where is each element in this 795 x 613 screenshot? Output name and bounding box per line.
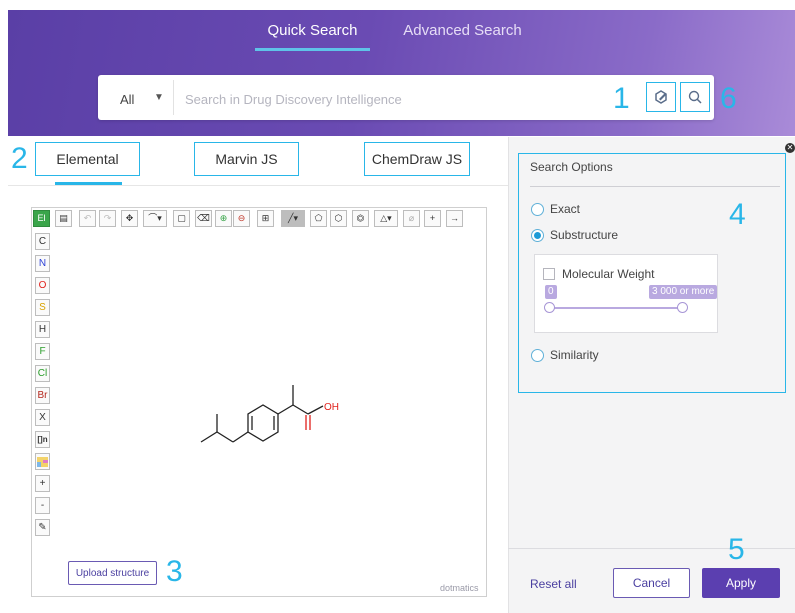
element-o-button[interactable]: O: [35, 277, 50, 294]
radio-substructure[interactable]: [531, 229, 544, 242]
charge-minus-button[interactable]: -: [35, 497, 50, 514]
pentagon-icon[interactable]: ⬠: [310, 210, 327, 227]
callout-4: 4: [729, 198, 746, 231]
slider-max-value: 3 000 or more: [649, 285, 718, 299]
lasso-icon[interactable]: ⌒▾: [143, 210, 167, 227]
element-br-button[interactable]: Br: [35, 387, 50, 404]
tab-elemental[interactable]: Elemental: [35, 142, 140, 176]
tab-chemdraw-js[interactable]: ChemDraw JS: [364, 142, 470, 176]
chevron-down-icon[interactable]: ▼: [154, 92, 164, 103]
edit-icon[interactable]: ✎: [35, 519, 50, 536]
zoom-out-icon[interactable]: ⊖: [233, 210, 250, 227]
tab-marvin-js[interactable]: Marvin JS: [194, 142, 299, 176]
upload-structure-button[interactable]: Upload structure: [68, 561, 157, 585]
new-document-icon[interactable]: ▢: [173, 210, 190, 227]
divider: [8, 185, 508, 186]
search-input[interactable]: [183, 86, 607, 112]
slider-min-handle[interactable]: [544, 302, 555, 313]
arrow-icon[interactable]: →: [446, 210, 463, 227]
molecular-weight-label: Molecular Weight: [562, 267, 655, 281]
charge-plus-button[interactable]: +: [35, 475, 50, 492]
redo-icon[interactable]: ↷: [99, 210, 116, 227]
search-scope-select[interactable]: All: [120, 92, 134, 107]
radio-exact-label: Exact: [550, 202, 581, 216]
callout-1: 1: [613, 82, 630, 115]
tab-advanced-search[interactable]: Advanced Search: [400, 22, 525, 39]
apply-button[interactable]: Apply: [702, 568, 780, 598]
draw-structure-button[interactable]: [646, 82, 676, 112]
eraser-icon[interactable]: ⌫: [195, 210, 212, 227]
move-icon[interactable]: ✥: [121, 210, 138, 227]
element-n-button[interactable]: N: [35, 255, 50, 272]
element-s-button[interactable]: S: [35, 299, 50, 316]
close-icon[interactable]: ✕: [785, 143, 795, 153]
element-c-button[interactable]: C: [35, 233, 50, 250]
bond-tool-icon[interactable]: ╱▾: [281, 210, 305, 227]
element-cl-button[interactable]: Cl: [35, 365, 50, 382]
divider: [173, 80, 174, 115]
element-h-button[interactable]: H: [35, 321, 50, 338]
benzene-icon[interactable]: ⏣: [352, 210, 369, 227]
divider: [530, 186, 780, 187]
draw-structure-icon: [655, 90, 667, 104]
search-button[interactable]: [680, 82, 710, 112]
radio-substructure-label: Substructure: [550, 228, 619, 242]
reset-all-link[interactable]: Reset all: [530, 577, 577, 591]
radio-similarity[interactable]: [531, 349, 544, 362]
repeat-unit-button[interactable]: []n: [35, 431, 50, 448]
search-icon: [688, 90, 702, 104]
tab-quick-search[interactable]: Quick Search: [255, 22, 370, 39]
callout-2: 2: [11, 142, 28, 175]
slider-max-handle[interactable]: [677, 302, 688, 313]
zoom-in-icon[interactable]: ⊕: [215, 210, 232, 227]
hydroxyl-label: OH: [324, 402, 339, 413]
radio-exact[interactable]: [531, 203, 544, 216]
top-strip: [0, 0, 795, 10]
callout-3: 3: [166, 555, 183, 588]
clipboard-icon[interactable]: ▤: [55, 210, 72, 227]
callout-6: 6: [720, 82, 737, 115]
chain-icon[interactable]: ⌀: [403, 210, 420, 227]
active-tab-indicator: [255, 48, 370, 51]
hexagon-icon[interactable]: ⬡: [330, 210, 347, 227]
radio-similarity-label: Similarity: [550, 348, 599, 362]
undo-icon[interactable]: ↶: [79, 210, 96, 227]
molecular-weight-slider[interactable]: [549, 307, 683, 309]
ring-menu-icon[interactable]: △▾: [374, 210, 398, 227]
molecular-weight-checkbox[interactable]: [543, 268, 555, 280]
periodic-table-icon[interactable]: [35, 453, 50, 470]
search-options-title: Search Options: [530, 160, 613, 174]
slider-min-value: 0: [545, 285, 557, 299]
cancel-button[interactable]: Cancel: [613, 568, 690, 598]
divider: [508, 548, 795, 549]
element-mode-button[interactable]: El: [33, 210, 50, 227]
callout-5: 5: [728, 533, 745, 566]
molecule-drawing[interactable]: OH: [195, 375, 365, 455]
plus-icon[interactable]: +: [424, 210, 441, 227]
dotmatics-logo: dotmatics: [440, 583, 479, 593]
template-icon[interactable]: ⊞: [257, 210, 274, 227]
element-f-button[interactable]: F: [35, 343, 50, 360]
any-atom-button[interactable]: X: [35, 409, 50, 426]
